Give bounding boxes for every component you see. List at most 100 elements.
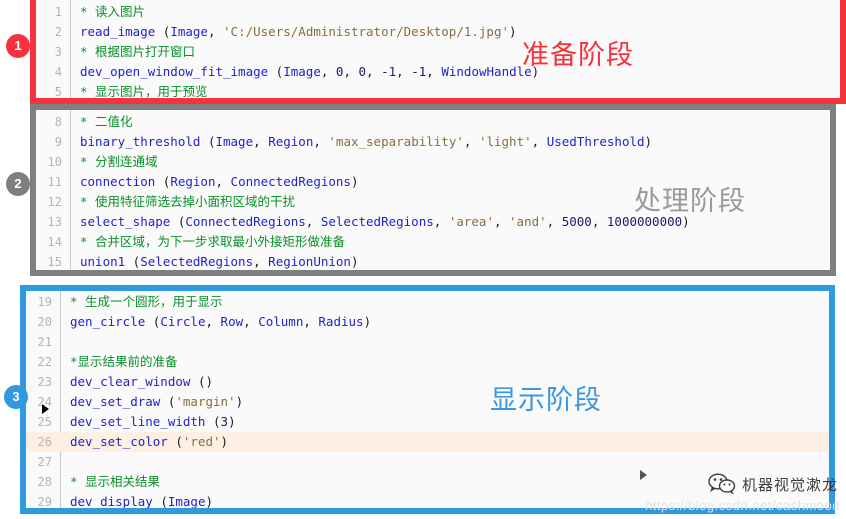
line-number: 11 xyxy=(47,175,62,189)
stage-label-2: 处理阶段 xyxy=(634,186,746,217)
code-token: ( xyxy=(200,134,216,149)
line-number: 4 xyxy=(54,65,62,79)
line-number: 21 xyxy=(37,335,52,349)
code-token: , xyxy=(531,134,547,149)
code-token: UsedThreshold xyxy=(546,134,645,149)
code-token: Circle xyxy=(160,314,206,329)
code-token: Region xyxy=(170,174,216,189)
stage-marker-1[interactable]: 1 xyxy=(6,34,30,58)
watermark-brand: 机器视觉漱龙 xyxy=(741,475,838,494)
code-token: , xyxy=(303,314,319,329)
code-token: , xyxy=(396,64,412,79)
line-number: 12 xyxy=(47,195,62,209)
code-token: , xyxy=(253,134,269,149)
code-token: , xyxy=(493,214,510,229)
stage-label-1: 准备阶段 xyxy=(522,40,634,71)
code-token: ) xyxy=(228,414,236,429)
code-token: WindowHandle xyxy=(441,64,532,79)
code-line[interactable]: 20 gen_circle (Circle, Row, Column, Radiu… xyxy=(26,312,829,332)
code-token: Image xyxy=(167,494,206,509)
line-number: 1 xyxy=(54,5,62,19)
code-line[interactable]: 4 dev_open_window_fit_image (Image, 0, 0,… xyxy=(36,62,840,82)
code-token: , xyxy=(433,214,449,229)
code-token: binary_threshold xyxy=(80,134,201,149)
line-number: 30 xyxy=(26,512,52,514)
stage-marker-3[interactable]: 3 xyxy=(4,385,28,409)
code-token: * 合并区域，为下一步求取最小外接矩形做准备 xyxy=(80,234,346,249)
code-token: ) xyxy=(509,24,517,39)
code-token: , xyxy=(320,64,336,79)
code-line[interactable]: 2 read_image (Image, 'C:/Users/Administra… xyxy=(36,22,840,42)
code-line[interactable]: 26 dev_set_color ('red') xyxy=(26,432,829,452)
code-token: ( xyxy=(155,24,171,39)
code-line[interactable]: 9 binary_threshold (Image, Region, 'max_s… xyxy=(36,132,830,152)
code-token: , xyxy=(343,64,359,79)
code-token: dev_set_line_width xyxy=(70,414,206,429)
code-line[interactable]: 10 * 分割连通域 xyxy=(36,152,830,172)
code-line[interactable]: 16 * 求取最小外接矩形 xyxy=(36,272,830,276)
line-number: 5 xyxy=(54,85,62,99)
code-line[interactable]: 19 * 生成一个圆形，用于显示 xyxy=(26,292,829,312)
line-number: 15 xyxy=(47,255,62,269)
code-token: , xyxy=(591,214,607,229)
code-token: Image xyxy=(283,64,321,79)
line-number: 16 xyxy=(36,272,62,276)
code-token: * 显示相关结果 xyxy=(70,474,161,489)
code-token: * 根据图片打开窗口 xyxy=(80,44,196,59)
code-line[interactable]: 24 dev_set_draw ('margin') xyxy=(26,392,829,412)
line-number: 29 xyxy=(37,495,52,509)
code-line[interactable]: 21 xyxy=(26,332,829,352)
code-line[interactable]: 14 * 合并区域，为下一步求取最小外接矩形做准备 xyxy=(36,232,830,252)
line-number: 14 xyxy=(47,235,62,249)
code-line[interactable]: 25 dev_set_line_width (3) xyxy=(26,412,829,432)
code-block-1[interactable]: 1 * 读入图片 2 read_image (Image, 'C:/Users/Adm… xyxy=(36,0,840,99)
text-caret-icon xyxy=(42,404,49,414)
code-token: , xyxy=(207,24,224,39)
code-token: 'and' xyxy=(509,214,547,229)
code-token: * 二值化 xyxy=(80,114,133,129)
code-token: * 求取最小外接矩形 xyxy=(80,274,195,276)
code-line[interactable]: 27 xyxy=(26,452,829,472)
code-token: gen_circle xyxy=(70,314,146,329)
line-number: 8 xyxy=(54,115,62,129)
code-token: ConnectedRegions xyxy=(230,174,351,189)
code-line[interactable]: 1 * 读入图片 xyxy=(36,2,840,22)
code-token: , xyxy=(366,64,382,79)
code-line[interactable]: 5 * 显示图片，用于预览 xyxy=(36,82,840,99)
code-token: 'red' xyxy=(182,434,221,449)
stage-pane-1-inner: 1 * 读入图片 2 read_image (Image, 'C:/Users/Adm… xyxy=(36,0,840,98)
code-token: ( xyxy=(170,214,186,229)
code-token: connection xyxy=(80,174,156,189)
code-token: 'light' xyxy=(478,134,532,149)
code-token: 'area' xyxy=(448,214,494,229)
stage-pane-1[interactable]: 1 * 读入图片 2 read_image (Image, 'C:/Users/Adm… xyxy=(30,0,846,104)
wechat-icon xyxy=(708,473,736,495)
stage-marker-2[interactable]: 2 xyxy=(6,172,30,196)
code-line[interactable]: 22 *显示结果前的准备 xyxy=(26,352,829,372)
code-token: , xyxy=(305,214,321,229)
code-line[interactable]: 15 union1 (SelectedRegions, RegionUnion) xyxy=(36,252,830,270)
code-token: 3 xyxy=(220,414,229,429)
code-token: -1 xyxy=(381,64,397,79)
code-token: ) xyxy=(350,254,359,269)
code-token: 0 xyxy=(358,64,367,79)
code-token: union1 xyxy=(80,254,126,269)
line-number: 23 xyxy=(37,375,52,389)
code-token: , xyxy=(253,254,269,269)
line-number: 26 xyxy=(37,435,52,449)
code-token: * 生成一个圆形，用于显示 xyxy=(70,294,223,309)
code-token: dev_clear_window xyxy=(70,374,191,389)
code-token: RegionUnion xyxy=(268,254,351,269)
code-token: ( xyxy=(205,414,221,429)
code-line[interactable]: 23 dev_clear_window () xyxy=(26,372,829,392)
code-token: select_shape xyxy=(80,214,171,229)
code-token: ) xyxy=(363,314,372,329)
code-line[interactable]: 8 * 二值化 xyxy=(36,112,830,132)
code-token: read_image xyxy=(80,24,156,39)
screenshot-root: 1 * 读入图片 2 read_image (Image, 'C:/Users/Adm… xyxy=(0,0,846,519)
code-token: Image xyxy=(215,134,254,149)
code-token: * 分割连通域 xyxy=(80,154,158,169)
line-number: 19 xyxy=(37,295,52,309)
code-token: , xyxy=(463,134,479,149)
code-line[interactable]: 3 * 根据图片打开窗口 xyxy=(36,42,840,62)
